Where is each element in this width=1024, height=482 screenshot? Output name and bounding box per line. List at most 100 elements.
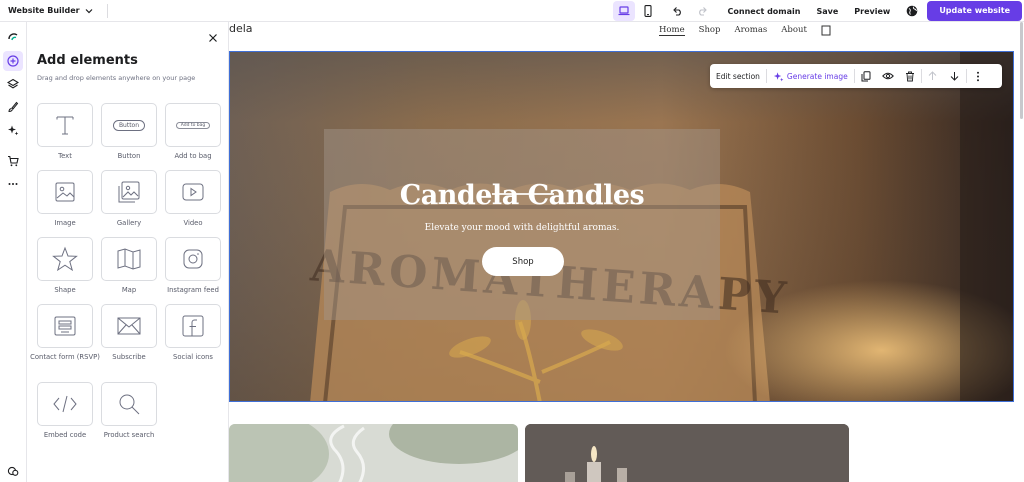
gallery-icon	[118, 181, 140, 203]
element-label-button: Button	[117, 152, 141, 160]
element-tile-map[interactable]	[101, 237, 157, 281]
element-label-product-search: Product search	[103, 431, 155, 439]
preview-button[interactable]: Preview	[846, 7, 898, 16]
hero-title[interactable]: Candela Candles	[324, 180, 720, 211]
arrow-down-icon	[950, 72, 959, 81]
element-tile-button[interactable]: Button	[101, 103, 157, 147]
laptop-icon	[618, 6, 630, 16]
layers-button[interactable]	[3, 74, 23, 94]
element-tile-social-icons[interactable]	[165, 304, 221, 348]
element-label-text: Text	[58, 152, 72, 160]
element-tile-contact-form[interactable]	[37, 304, 93, 348]
element-label-image: Image	[54, 219, 76, 227]
store-button[interactable]	[3, 151, 23, 171]
code-icon	[53, 395, 77, 413]
bag-icon[interactable]	[821, 25, 831, 36]
generate-image-button[interactable]: Generate image	[767, 71, 854, 82]
move-down-button[interactable]	[944, 66, 966, 86]
cart-icon	[8, 155, 19, 167]
hero-shop-button[interactable]: Shop	[482, 247, 564, 276]
element-tile-text[interactable]	[37, 103, 93, 147]
close-panel-button[interactable]	[206, 31, 220, 45]
hero-section[interactable]: AROMATHERAPY Candela Candles Elevate you…	[229, 51, 1014, 402]
button-icon: Button	[112, 119, 146, 131]
mobile-icon	[643, 5, 652, 17]
help-chat-icon	[7, 466, 19, 476]
update-website-button[interactable]: Update website	[927, 1, 1022, 21]
element-label-add-to-bag: Add to bag	[174, 152, 212, 160]
connect-domain-button[interactable]: Connect domain	[720, 7, 809, 16]
candles-photo	[525, 424, 849, 482]
eye-icon	[881, 72, 894, 80]
map-icon	[117, 248, 141, 270]
element-label-contact-form: Contact form (RSVP)	[30, 353, 100, 361]
product-card-image[interactable]	[229, 424, 518, 482]
panel-title: Add elements	[37, 53, 138, 68]
add-to-bag-icon: Add to bag	[175, 121, 211, 129]
nav-aromas[interactable]: Aromas	[734, 25, 767, 35]
close-icon	[209, 34, 217, 42]
site-logo[interactable]: dela	[229, 22, 253, 35]
nav-shop[interactable]: Shop	[699, 25, 721, 35]
video-icon	[182, 183, 204, 201]
desktop-view-button[interactable]	[612, 1, 635, 21]
ai-tools-button[interactable]	[3, 120, 23, 140]
app-menu[interactable]: Website Builder	[0, 6, 94, 16]
star-icon	[52, 246, 78, 272]
instagram-icon	[183, 249, 203, 269]
left-rail	[0, 22, 27, 482]
move-up-button[interactable]	[922, 66, 944, 86]
element-tile-image[interactable]	[37, 170, 93, 214]
styles-button[interactable]	[3, 97, 23, 117]
element-label-subscribe: Subscribe	[112, 353, 146, 361]
element-tile-shape[interactable]	[37, 237, 93, 281]
more-vertical-icon	[976, 71, 979, 81]
element-label-gallery: Gallery	[116, 219, 142, 227]
undo-button[interactable]	[667, 1, 689, 21]
element-tile-video[interactable]	[165, 170, 221, 214]
element-tile-instagram[interactable]	[165, 237, 221, 281]
element-label-instagram: Instagram feed	[167, 286, 219, 294]
nav-home[interactable]: Home	[659, 25, 685, 36]
logo-button[interactable]	[3, 26, 23, 46]
editor-canvas[interactable]: dela Home Shop Aromas About AROMATHERAPY…	[229, 22, 1024, 482]
element-tile-product-search[interactable]	[101, 382, 157, 426]
facebook-icon	[182, 315, 204, 337]
element-tile-embed-code[interactable]	[37, 382, 93, 426]
hide-section-button[interactable]	[877, 66, 899, 86]
site-nav: Home Shop Aromas About	[659, 22, 831, 38]
more-dots-icon	[8, 183, 18, 185]
mobile-view-button[interactable]	[637, 1, 659, 21]
brand-logo-icon	[8, 33, 18, 41]
save-button[interactable]: Save	[808, 7, 846, 16]
hero-subtitle[interactable]: Elevate your mood with delightful aromas…	[324, 223, 720, 233]
section-more-button[interactable]	[967, 66, 989, 86]
arrow-up-icon	[928, 71, 937, 80]
duplicate-section-button[interactable]	[855, 66, 877, 86]
element-label-map: Map	[121, 286, 137, 294]
copy-icon	[861, 70, 871, 81]
plus-circle-icon	[7, 55, 19, 67]
globe-button[interactable]	[901, 1, 923, 21]
product-card-image[interactable]	[525, 424, 849, 482]
add-elements-button[interactable]	[3, 51, 23, 71]
more-button[interactable]	[3, 174, 23, 194]
image-icon	[55, 182, 75, 202]
element-tile-add-to-bag[interactable]: Add to bag	[165, 103, 221, 147]
envelope-icon	[117, 317, 141, 335]
nav-about[interactable]: About	[781, 25, 807, 35]
element-tile-gallery[interactable]	[101, 170, 157, 214]
add-elements-panel: Add elements Drag and drop elements anyw…	[27, 22, 229, 482]
element-label-shape: Shape	[54, 286, 76, 294]
generate-image-label: Generate image	[786, 71, 848, 81]
layers-icon	[7, 78, 19, 89]
element-tile-subscribe[interactable]	[101, 304, 157, 348]
edit-section-button[interactable]: Edit section	[710, 72, 766, 81]
smoke-candle-photo	[229, 424, 518, 482]
help-button[interactable]	[3, 461, 23, 481]
undo-icon	[673, 7, 681, 16]
redo-button[interactable]	[692, 1, 714, 21]
delete-section-button[interactable]	[899, 66, 921, 86]
canvas-scrollbar[interactable]	[1020, 22, 1023, 119]
panel-subtitle: Drag and drop elements anywhere on your …	[37, 74, 196, 82]
